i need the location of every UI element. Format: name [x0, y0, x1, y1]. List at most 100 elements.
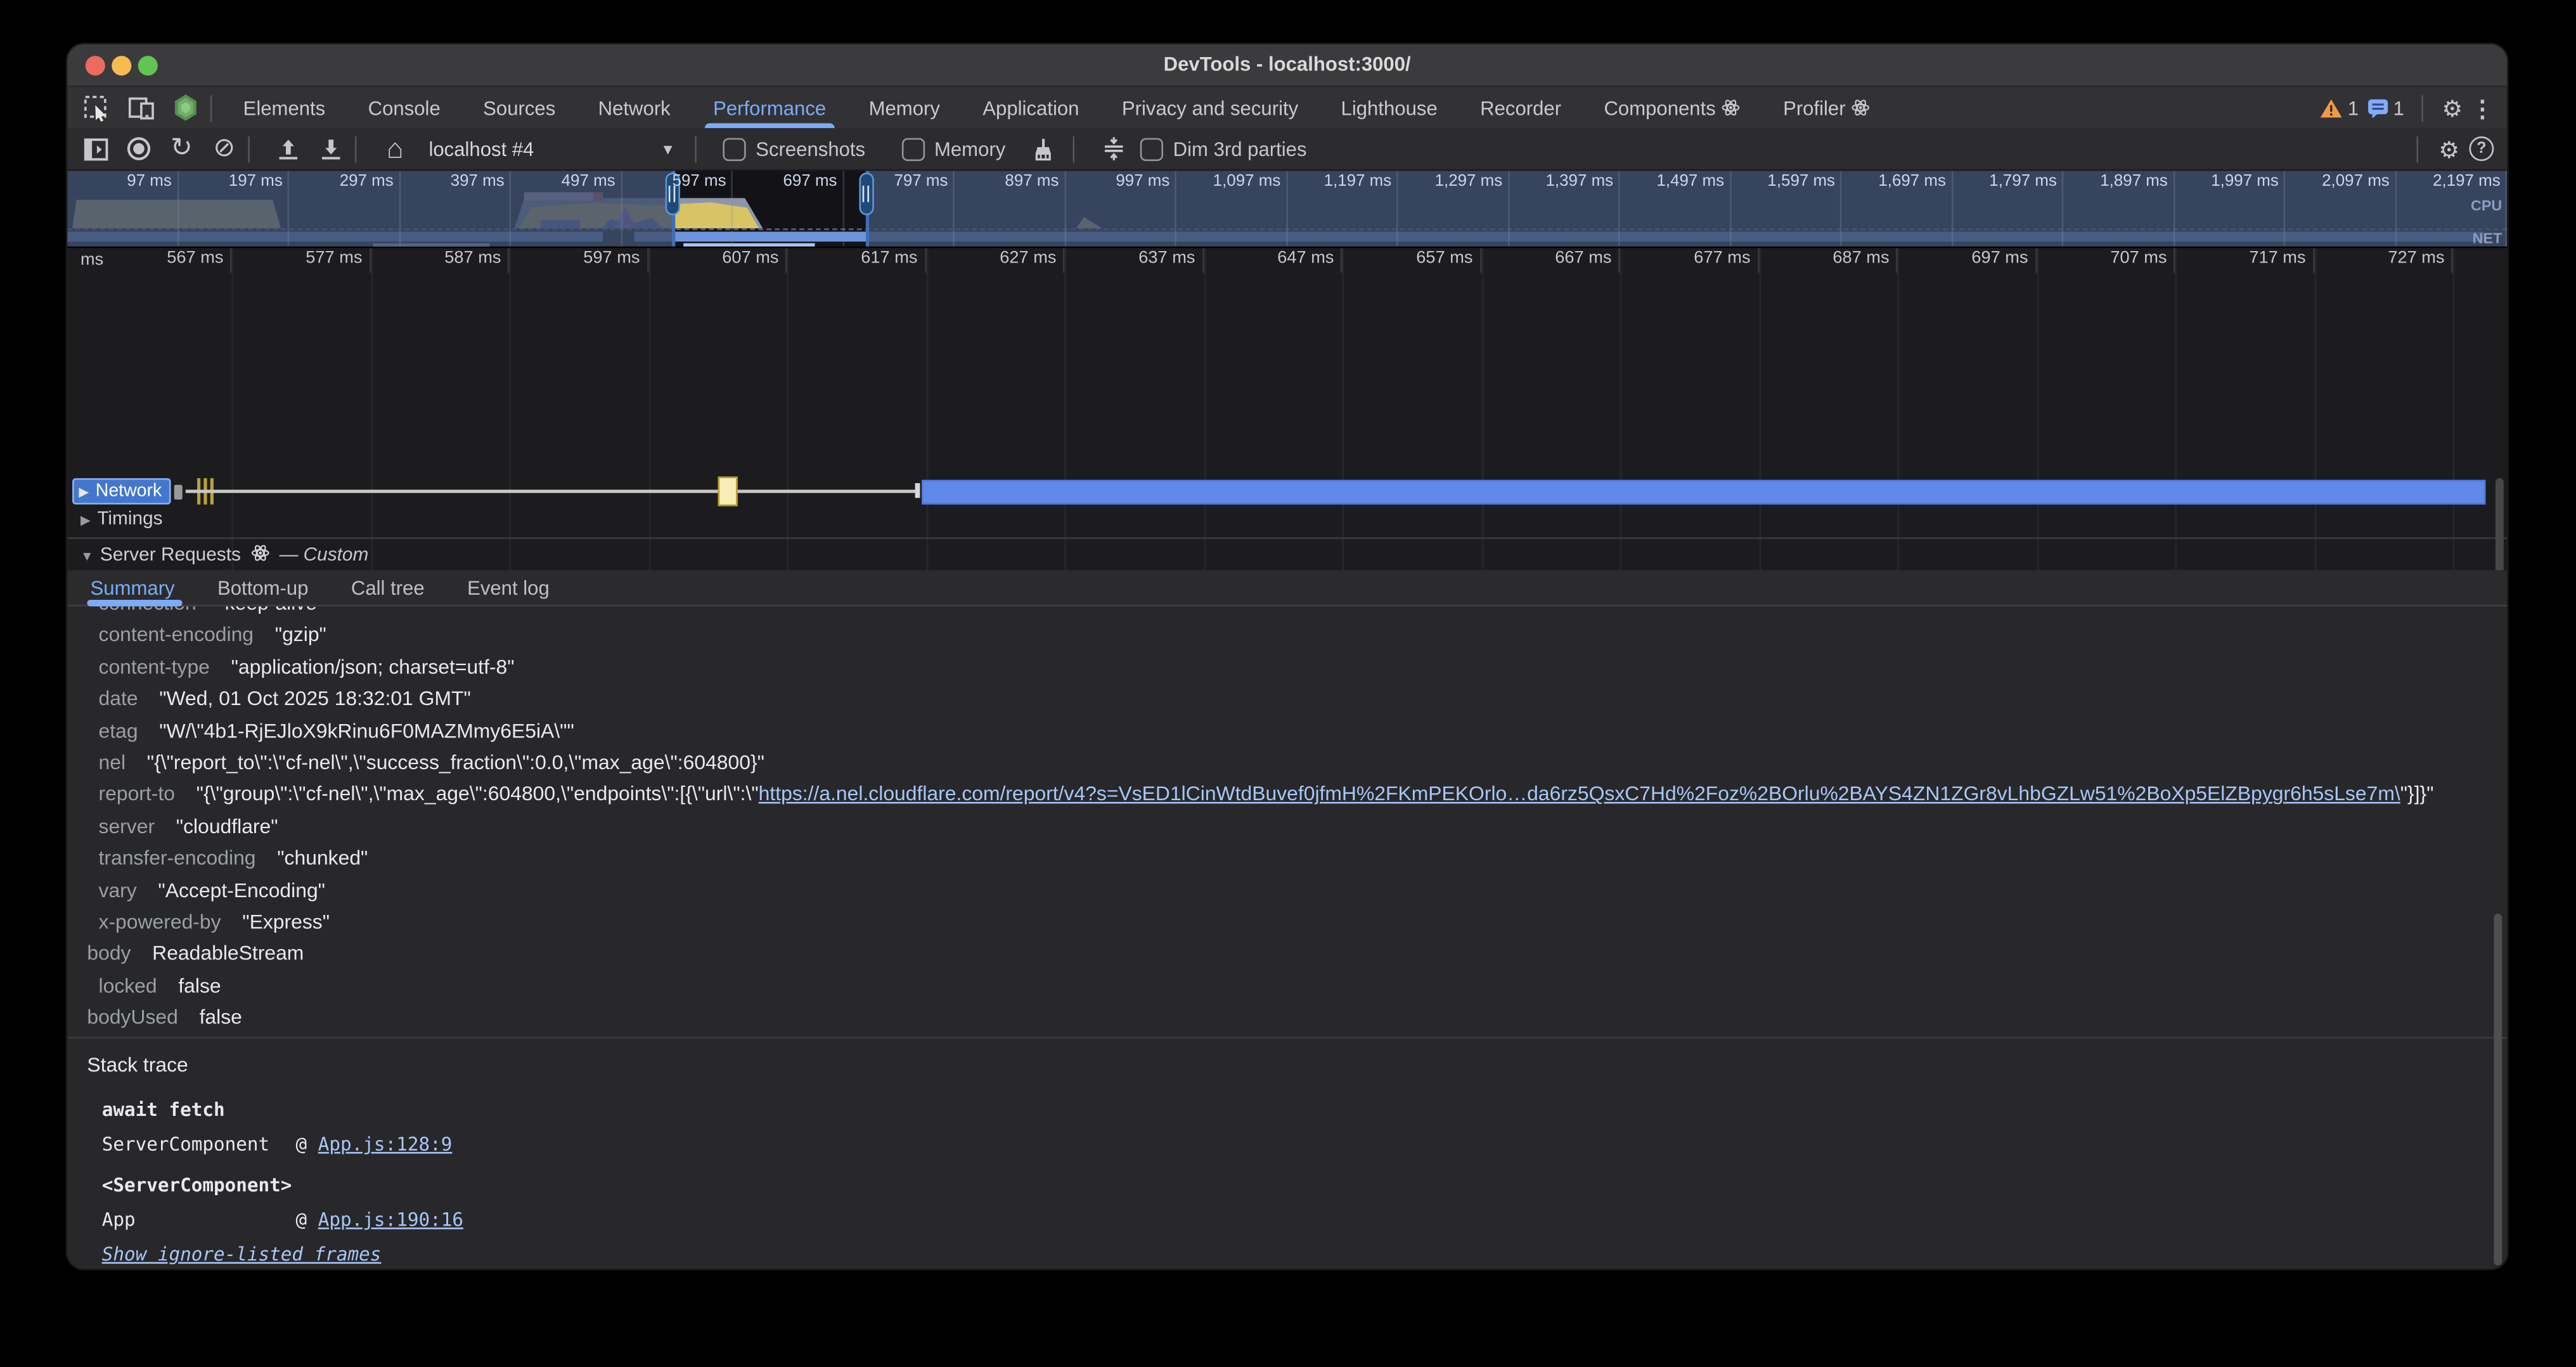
- ruler-label: 687 ms: [1759, 248, 1898, 273]
- help-icon[interactable]: ?: [2469, 136, 2494, 161]
- tab-label: Components: [1604, 96, 1715, 119]
- capture-settings-gear-icon[interactable]: ⚙: [2438, 137, 2459, 160]
- timeline-overview[interactable]: 97 ms197 ms297 ms397 ms497 ms597 ms697 m…: [67, 171, 2507, 249]
- clear-icon[interactable]: ⊘: [210, 135, 238, 163]
- details-tab-bottom-up[interactable]: Bottom-up: [217, 570, 308, 604]
- toolbar-separator-1: [248, 136, 250, 162]
- network-track-label[interactable]: ▶Network: [72, 478, 171, 504]
- overview-ruler-label: 1,097 ms: [1176, 171, 1287, 247]
- property-name[interactable]: content-type: [99, 656, 210, 678]
- tab-label: Recorder: [1480, 96, 1561, 119]
- network-request-block[interactable]: [718, 477, 738, 507]
- dim-3rd-parties-checkbox-label[interactable]: Dim 3rd parties: [1140, 137, 1307, 160]
- property-name[interactable]: server: [99, 815, 155, 838]
- stack-trace: await fetchServerComponent@ App.js:128:9…: [102, 1099, 463, 1266]
- property-value: "gzip": [275, 623, 326, 646]
- live-metrics-panel-icon[interactable]: [82, 135, 110, 163]
- property-row: server "cloudflare": [67, 812, 2507, 843]
- tab-lighthouse[interactable]: Lighthouse: [1320, 87, 1459, 128]
- garbage-collect-icon[interactable]: [1029, 135, 1057, 163]
- overview-ruler-label: 2,097 ms: [2285, 171, 2396, 247]
- network-track-grip[interactable]: [174, 485, 183, 500]
- property-row: etag"W/\"4b1-RjEJloX9kRinu6F0MAZMmy6E5iA…: [67, 716, 2507, 748]
- screenshots-checkbox[interactable]: [723, 137, 745, 160]
- gridline: [1759, 248, 1761, 570]
- property-name[interactable]: vary: [99, 878, 137, 901]
- network-request-bar[interactable]: [922, 480, 2485, 505]
- timings-track-label[interactable]: ▶Timings: [80, 509, 163, 529]
- detail-ruler: 567 ms577 ms587 ms597 ms607 ms617 ms627 …: [72, 248, 2453, 273]
- tab-components[interactable]: Components: [1583, 87, 1762, 128]
- gridline: [1064, 248, 1066, 570]
- flame-chart[interactable]: ms 567 ms577 ms587 ms597 ms607 ms617 ms6…: [67, 248, 2507, 570]
- memory-checkbox-label[interactable]: Memory: [901, 137, 1005, 160]
- overview-ruler-label: 1,697 ms: [1841, 171, 1952, 247]
- property-value: "cloudflare": [176, 815, 278, 838]
- save-profile-icon[interactable]: [317, 135, 345, 163]
- panel-tabs: ElementsConsoleSourcesNetwork Performance…: [222, 87, 1891, 128]
- property-name[interactable]: x-powered-by: [99, 910, 221, 933]
- details-tab-event-log[interactable]: Event log: [467, 570, 550, 604]
- tab-recorder[interactable]: Recorder: [1459, 87, 1582, 128]
- property-name[interactable]: content-encoding: [99, 623, 254, 646]
- overview-ruler-label: 797 ms: [844, 171, 955, 247]
- property-name[interactable]: bodyUsed: [87, 1006, 178, 1028]
- tab-network[interactable]: Network: [577, 87, 692, 128]
- vue-devtools-icon[interactable]: [171, 93, 201, 122]
- tab-privacy-and-security[interactable]: Privacy and security: [1100, 87, 1320, 128]
- memory-checkbox[interactable]: [901, 137, 924, 160]
- tab-performance[interactable]: Performance: [692, 87, 847, 128]
- network-line-cap: [915, 483, 920, 498]
- tab-label: Profiler: [1783, 96, 1846, 119]
- details-tab-call-tree[interactable]: Call tree: [351, 570, 425, 604]
- tab-memory[interactable]: Memory: [847, 87, 962, 128]
- screenshots-checkbox-label[interactable]: Screenshots: [723, 137, 865, 160]
- report-url-link[interactable]: https://a.nel.cloudflare.com/report/v4?s…: [759, 783, 2400, 806]
- load-profile-icon[interactable]: [274, 135, 302, 163]
- source-location-link[interactable]: App.js:128:9: [318, 1134, 453, 1155]
- property-name[interactable]: nel: [99, 751, 126, 774]
- overview-ruler-label: 597 ms: [622, 171, 733, 247]
- record-and-reload-icon[interactable]: ↻: [167, 135, 195, 163]
- source-location-link[interactable]: App.js:190:16: [318, 1210, 463, 1231]
- tab-label: Performance: [713, 96, 826, 119]
- property-name[interactable]: locked: [99, 974, 157, 997]
- overview-ruler-label: 997 ms: [1066, 171, 1176, 247]
- toolbar-right: ⚙ ?: [2407, 136, 2494, 162]
- show-ignore-listed-frames-link[interactable]: Show ignore-listed frames: [102, 1244, 463, 1266]
- issues-badge[interactable]: 1: [2367, 96, 2404, 119]
- overview-ruler-label: 1,997 ms: [2174, 171, 2285, 247]
- tab-profiler[interactable]: Profiler: [1761, 87, 1891, 128]
- property-row: lockedfalse: [67, 971, 2507, 1002]
- home-icon[interactable]: ⌂: [381, 135, 409, 163]
- server-requests-track-label[interactable]: ▼Server Requests — Custom: [80, 544, 368, 566]
- property-row: date"Wed, 01 Oct 2025 18:32:01 GMT": [67, 684, 2507, 716]
- settings-gear-icon[interactable]: ⚙: [2442, 96, 2463, 119]
- tab-application[interactable]: Application: [962, 87, 1101, 128]
- device-toolbar-icon[interactable]: [127, 93, 157, 122]
- profile-select[interactable]: localhost #4 ▼: [428, 137, 675, 160]
- tab-sources[interactable]: Sources: [461, 87, 577, 128]
- tabbar-separator: [210, 94, 212, 120]
- kebab-menu-icon[interactable]: ⋮: [2471, 96, 2494, 119]
- property-row: report-to"{\"group\":\"cf-nel\",\"max_ag…: [67, 779, 2507, 811]
- property-name[interactable]: connection: [99, 606, 196, 614]
- dim-3rd-parties-checkbox[interactable]: [1140, 137, 1163, 160]
- details-scrollbar-thumb[interactable]: [2494, 914, 2502, 1266]
- overview-ruler-label: 197 ms: [178, 171, 289, 247]
- collapse-sections-icon[interactable]: [1099, 135, 1127, 163]
- property-value: false: [200, 1006, 242, 1028]
- tab-console[interactable]: Console: [347, 87, 462, 128]
- property-name[interactable]: body: [87, 942, 131, 965]
- warnings-badge[interactable]: 1: [2320, 96, 2359, 119]
- property-name[interactable]: etag: [99, 719, 138, 742]
- property-name[interactable]: report-to: [99, 783, 175, 806]
- flame-scrollbar-thumb[interactable]: [2496, 478, 2504, 570]
- tab-elements[interactable]: Elements: [222, 87, 347, 128]
- property-row: content-encoding "gzip": [67, 620, 2507, 652]
- inspect-element-icon[interactable]: [82, 93, 112, 122]
- property-name[interactable]: transfer-encoding: [99, 846, 256, 869]
- overview-ruler-label: 897 ms: [955, 171, 1066, 247]
- property-name[interactable]: date: [99, 687, 138, 710]
- record-icon[interactable]: [125, 135, 153, 163]
